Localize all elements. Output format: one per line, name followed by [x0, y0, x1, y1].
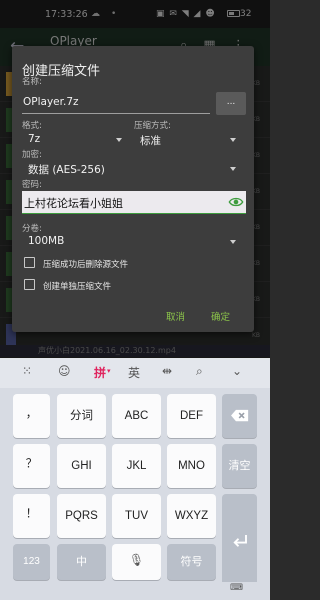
key-fenci[interactable]: 分词: [57, 394, 106, 438]
method-select[interactable]: 标准: [140, 133, 161, 148]
enter-icon: [232, 535, 247, 547]
soft-keyboard: ⁙ ☺ 拼 ▾ 英 ⇹ ⌕ ⌄ ， ？ ！ 分词 ABC DEF GHI JKL…: [0, 358, 270, 600]
space-voice-button[interactable]: 🎙: [112, 544, 161, 580]
method-label: 压缩方式:: [134, 121, 171, 131]
key-jkl[interactable]: JKL: [112, 444, 161, 488]
chevron-down-icon[interactable]: ▾: [107, 367, 111, 375]
enter-button[interactable]: [222, 494, 257, 588]
password-underline: [22, 213, 246, 214]
cursor-move-icon[interactable]: ⇹: [162, 364, 172, 378]
password-input[interactable]: 上村花论坛看小姐姐: [24, 195, 123, 211]
microphone-icon: 🎙: [128, 553, 145, 567]
separate-archive-checkbox[interactable]: [24, 279, 35, 290]
key-abc[interactable]: ABC: [112, 394, 161, 438]
key-exclaim[interactable]: ！: [13, 494, 50, 538]
collapse-keyboard-icon[interactable]: ⌄: [232, 364, 242, 378]
delete-source-checkbox[interactable]: [24, 257, 35, 268]
chevron-down-icon[interactable]: [230, 138, 236, 142]
navigation-bar: ⌨: [0, 582, 270, 600]
key-pqrs[interactable]: PQRS: [57, 494, 106, 538]
format-label: 格式:: [22, 121, 42, 131]
numeric-switch-button[interactable]: 123: [13, 544, 50, 580]
split-label: 分卷:: [22, 224, 42, 234]
name-input-underline: [22, 113, 210, 114]
key-ghi[interactable]: GHI: [57, 444, 106, 488]
key-question[interactable]: ？: [13, 444, 50, 488]
key-def[interactable]: DEF: [167, 394, 216, 438]
clear-button[interactable]: 清空: [222, 444, 257, 488]
english-toggle[interactable]: 英: [128, 364, 140, 381]
key-wxyz[interactable]: WXYZ: [167, 494, 216, 538]
separate-archive-label[interactable]: 创建单独压缩文件: [43, 280, 111, 292]
encrypt-label: 加密:: [22, 150, 42, 160]
grid-menu-icon[interactable]: ⁙: [22, 364, 32, 378]
pinyin-toggle[interactable]: 拼: [94, 364, 106, 381]
name-label: 名称:: [22, 77, 42, 87]
delete-source-label[interactable]: 压缩成功后删除源文件: [43, 258, 128, 270]
language-switch-button[interactable]: 中: [57, 544, 106, 580]
emoji-icon[interactable]: ☺: [58, 364, 71, 378]
eye-icon[interactable]: [228, 194, 244, 210]
keyboard-switch-icon[interactable]: ⌨: [230, 583, 243, 593]
ok-button[interactable]: 确定: [211, 309, 230, 323]
backspace-button[interactable]: [222, 394, 257, 438]
password-label: 密码:: [22, 180, 42, 190]
chevron-down-icon[interactable]: [230, 167, 236, 171]
keyboard-toolbar: ⁙ ☺ 拼 ▾ 英 ⇹ ⌕ ⌄: [0, 358, 270, 388]
split-select[interactable]: 100MB: [28, 235, 64, 247]
encrypt-select[interactable]: 数据 (AES-256): [28, 162, 105, 177]
name-input[interactable]: OPlayer.7z: [23, 96, 79, 108]
chevron-down-icon[interactable]: [230, 240, 236, 244]
search-icon[interactable]: ⌕: [196, 364, 203, 379]
format-select[interactable]: 7z: [28, 133, 40, 145]
backspace-icon: [230, 409, 248, 422]
create-archive-dialog: 创建压缩文件 名称: OPlayer.7z ... 格式: 7z 压缩方式: 标…: [12, 46, 254, 332]
key-tuv[interactable]: TUV: [112, 494, 161, 538]
key-mno[interactable]: MNO: [167, 444, 216, 488]
symbol-button[interactable]: 符号: [167, 544, 216, 580]
password-field[interactable]: 上村花论坛看小姐姐: [22, 191, 246, 213]
chevron-down-icon[interactable]: [116, 138, 122, 142]
key-comma[interactable]: ，: [13, 394, 50, 438]
cancel-button[interactable]: 取消: [166, 309, 185, 323]
browse-button[interactable]: ...: [216, 92, 246, 115]
